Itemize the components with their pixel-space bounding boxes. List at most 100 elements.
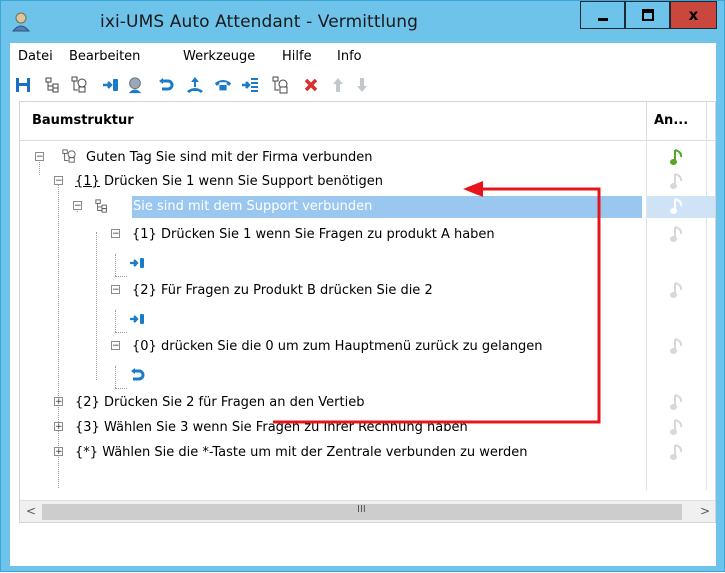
menu-info[interactable]: Info xyxy=(337,49,362,64)
tree-header: Baumstruktur An... xyxy=(20,102,715,141)
operator-icon xyxy=(128,77,142,94)
menu-bar: Datei Bearbeiten Werkzeuge Hilfe Info xyxy=(10,43,716,69)
row-text: Guten Tag Sie sind mit der Firma verbund… xyxy=(86,150,373,165)
toolbar xyxy=(10,70,716,98)
menu-option-icon xyxy=(242,78,258,92)
forward-call-icon xyxy=(187,77,203,93)
tree-line xyxy=(115,276,127,277)
delete-button[interactable] xyxy=(302,76,320,94)
tree-row[interactable]: + {3} Wählen Sie 3 wenn Sie Fragen zu Ih… xyxy=(20,415,715,441)
back-button[interactable] xyxy=(157,76,175,94)
tree-line xyxy=(115,388,127,389)
tree-row[interactable]: + {2} Drücken Sie 2 für Fragen an den Ve… xyxy=(20,390,715,416)
menu-datei[interactable]: Datei xyxy=(18,49,53,64)
tree-row-selected[interactable]: − Sie sind mit dem Support verbunden xyxy=(20,194,715,220)
hangup-icon xyxy=(214,80,232,91)
tree-line xyxy=(115,332,127,333)
minimize-icon xyxy=(597,18,608,21)
menu-option-button[interactable] xyxy=(241,76,259,94)
delete-icon xyxy=(304,78,318,92)
tree-row[interactable] xyxy=(20,362,715,388)
horizontal-scrollbar[interactable]: < III > xyxy=(20,500,715,522)
expand-toggle[interactable]: + xyxy=(54,422,63,432)
collapse-toggle[interactable]: − xyxy=(54,176,63,186)
expand-toggle[interactable]: + xyxy=(54,397,63,407)
tree-row[interactable] xyxy=(20,250,715,276)
scroll-thumb[interactable]: III xyxy=(42,504,682,520)
music-note-icon xyxy=(670,282,683,298)
tree-row[interactable]: − {1} Drücken Sie 1 wenn Sie Support ben… xyxy=(20,169,715,195)
tree-node-icon xyxy=(71,76,87,93)
close-button[interactable]: x xyxy=(670,1,717,29)
root-menu-icon xyxy=(62,149,76,163)
column-header-an[interactable]: An... xyxy=(654,113,688,128)
tree-row[interactable]: − {1} Drücken Sie 1 wenn Sie Fragen zu p… xyxy=(20,222,715,248)
tree-view[interactable]: Baumstruktur An... − Guten Tag Sie sind … xyxy=(19,101,716,523)
music-note-icon xyxy=(670,198,683,214)
tree-button[interactable] xyxy=(43,76,61,94)
forward-call-button[interactable] xyxy=(186,76,204,94)
tree-row[interactable]: + {*} Wählen Sie die *-Taste um mit der … xyxy=(20,440,715,466)
menu-werkzeuge[interactable]: Werkzeuge xyxy=(183,49,255,64)
transfer-button[interactable] xyxy=(102,76,120,94)
settings-node-button[interactable] xyxy=(271,76,289,94)
move-down-button xyxy=(353,76,371,94)
transfer-icon xyxy=(130,258,144,268)
column-separator[interactable] xyxy=(706,102,707,140)
collapse-toggle[interactable]: − xyxy=(73,201,82,211)
operator-button[interactable] xyxy=(126,76,144,94)
application-window: ixi-UMS Auto Attendant - Vermittlung x D… xyxy=(0,0,725,572)
save-button[interactable] xyxy=(14,76,32,94)
scroll-left-icon[interactable]: < xyxy=(26,504,40,520)
menu-bearbeiten[interactable]: Bearbeiten xyxy=(69,49,140,64)
maximize-button[interactable] xyxy=(625,1,670,29)
music-note-icon xyxy=(670,394,683,410)
move-down-icon xyxy=(357,78,367,92)
scroll-grip: III xyxy=(357,504,366,515)
tree-row[interactable]: − Guten Tag Sie sind mit der Firma verbu… xyxy=(20,145,715,171)
title-bar[interactable]: ixi-UMS Auto Attendant - Vermittlung x xyxy=(1,1,724,43)
scroll-right-icon[interactable]: > xyxy=(700,504,714,520)
music-note-icon xyxy=(670,338,683,354)
row-text: {0} drücken Sie die 0 um zum Hauptmenü z… xyxy=(132,339,543,354)
tree-row[interactable]: − {0} drücken Sie die 0 um zum Hauptmenü… xyxy=(20,334,715,360)
collapse-toggle[interactable]: − xyxy=(111,341,120,351)
collapse-toggle[interactable]: − xyxy=(35,152,44,162)
hangup-button[interactable] xyxy=(214,76,232,94)
maximize-icon xyxy=(641,9,654,21)
music-note-icon xyxy=(670,149,683,165)
transfer-icon xyxy=(103,79,118,91)
row-text: {3} Wählen Sie 3 wenn Sie Fragen zu Ihre… xyxy=(75,420,468,435)
row-text: {2} Drücken Sie 2 für Fragen an den Vert… xyxy=(75,395,365,410)
music-note-icon xyxy=(670,419,683,435)
submenu-icon xyxy=(95,199,107,213)
back-icon xyxy=(131,368,145,381)
tree-row[interactable] xyxy=(20,306,715,332)
tree-node-button[interactable] xyxy=(70,76,88,94)
row-text: {2} Für Fragen zu Produkt B drücken Sie … xyxy=(132,283,433,298)
music-note-icon xyxy=(670,226,683,242)
back-icon xyxy=(159,78,174,91)
close-icon: x xyxy=(688,6,699,24)
app-logo-icon xyxy=(11,12,31,32)
transfer-icon xyxy=(130,314,144,324)
row-text: Sie sind mit dem Support verbunden xyxy=(133,199,373,214)
column-header-baumstruktur[interactable]: Baumstruktur xyxy=(32,113,134,128)
expand-toggle[interactable]: + xyxy=(54,447,63,457)
row-text: {1} Drücken Sie 1 wenn Sie Fragen zu pro… xyxy=(132,227,495,242)
move-up-button xyxy=(329,76,347,94)
column-separator[interactable] xyxy=(646,102,647,140)
move-up-icon xyxy=(333,78,343,92)
collapse-toggle[interactable]: − xyxy=(111,229,120,239)
row-text: {1} Drücken Sie 1 wenn Sie Support benöt… xyxy=(75,174,383,189)
tree-row[interactable]: − {2} Für Fragen zu Produkt B drücken Si… xyxy=(20,278,715,304)
window-title: ixi-UMS Auto Attendant - Vermittlung xyxy=(100,12,419,32)
collapse-toggle[interactable]: − xyxy=(111,285,120,295)
row-text: {*} Wählen Sie die *-Taste um mit der Ze… xyxy=(75,445,528,460)
music-note-icon xyxy=(670,444,683,460)
tree-icon xyxy=(45,77,59,93)
save-icon xyxy=(16,78,30,92)
minimize-button[interactable] xyxy=(580,1,625,29)
music-note-icon xyxy=(670,173,683,189)
menu-hilfe[interactable]: Hilfe xyxy=(282,49,312,64)
